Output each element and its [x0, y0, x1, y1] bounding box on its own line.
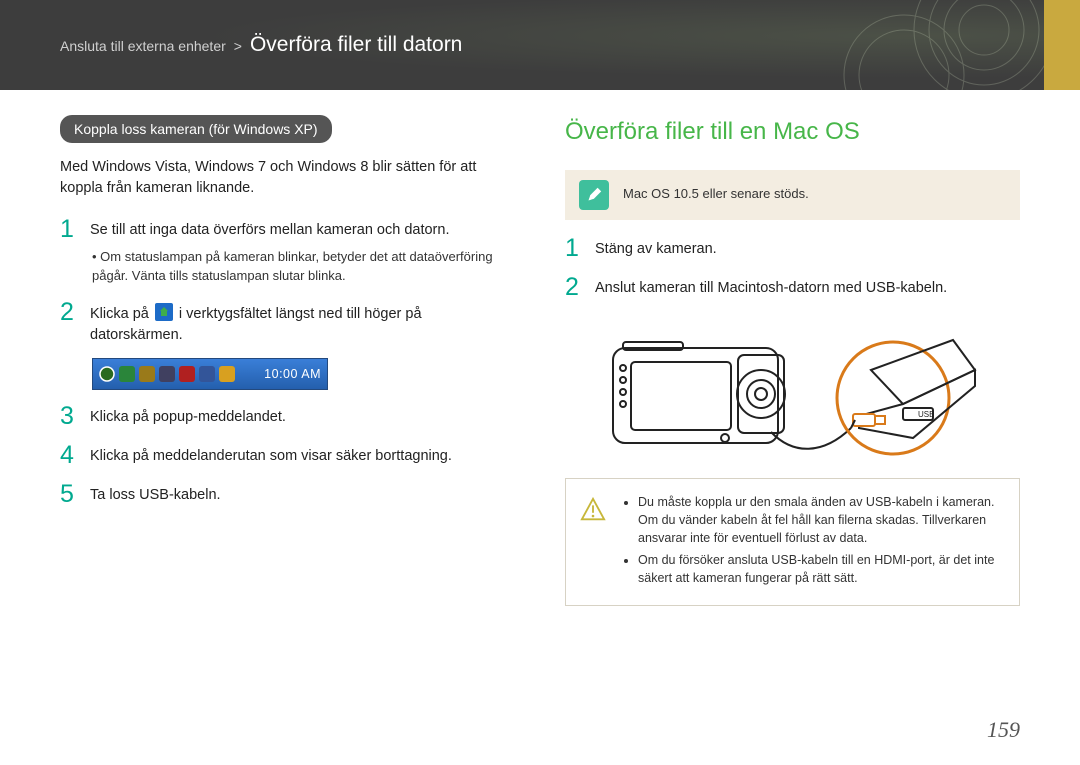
taskbar-clock: 10:00 AM: [264, 365, 321, 383]
taskbar-illustration: 10:00 AM: [92, 358, 328, 390]
tray-icon: [159, 366, 175, 382]
usb-label: USB: [918, 410, 934, 419]
step-2: 2 Klicka på i verktygsfältet längst ned …: [60, 300, 515, 346]
safely-remove-icon: [155, 303, 173, 321]
step-number: 1: [565, 236, 585, 261]
camera-to-laptop-illustration: USB: [603, 320, 983, 460]
step-1: 1 Stäng av kameran.: [565, 236, 1020, 261]
header-bar: Ansluta till externa enheter > Överföra …: [0, 0, 1080, 90]
step-1: 1 Se till att inga data överförs mellan …: [60, 217, 515, 242]
step-text: Klicka på popup-meddelandet.: [90, 404, 515, 428]
note-box: Mac OS 10.5 eller senare stöds.: [565, 170, 1020, 220]
step-number: 4: [60, 443, 80, 468]
section-pill: Koppla loss kameran (för Windows XP): [60, 115, 332, 143]
step-number: 5: [60, 482, 80, 507]
tray-icon: [199, 366, 215, 382]
breadcrumb-separator: >: [234, 38, 242, 54]
warning-item: Du måste koppla ur den smala änden av US…: [638, 493, 1003, 547]
tray-icon: [179, 366, 195, 382]
intro-text: Med Windows Vista, Windows 7 och Windows…: [60, 157, 515, 199]
step-number: 1: [60, 217, 80, 242]
tray-icon: [219, 366, 235, 382]
step-text: Klicka på i verktygsfältet längst ned ti…: [90, 300, 515, 346]
accent-strip: [1044, 0, 1080, 90]
warning-list: Du måste koppla ur den smala änden av US…: [624, 493, 1003, 592]
step-text: Klicka på meddelanderutan som visar säke…: [90, 443, 515, 467]
step-sub-bullet: Om statuslampan på kameran blinkar, bety…: [92, 248, 515, 286]
step-number: 3: [60, 404, 80, 429]
warning-box: Du måste koppla ur den smala änden av US…: [565, 478, 1020, 607]
step-text: Ta loss USB-kabeln.: [90, 482, 515, 506]
step-number: 2: [565, 275, 585, 300]
tray-icon: [139, 366, 155, 382]
warning-item: Om du försöker ansluta USB-kabeln till e…: [638, 551, 1003, 587]
step-5: 5 Ta loss USB-kabeln.: [60, 482, 515, 507]
breadcrumb-title: Överföra filer till datorn: [250, 33, 462, 57]
step-text: Stäng av kameran.: [595, 236, 1020, 260]
tray-icon: [119, 366, 135, 382]
step-text: Anslut kameran till Macintosh-datorn med…: [595, 275, 1020, 299]
breadcrumb-prefix: Ansluta till externa enheter: [60, 38, 226, 54]
step-text-a: Klicka på: [90, 306, 153, 322]
pen-icon: [579, 180, 609, 210]
breadcrumb: Ansluta till externa enheter > Överföra …: [0, 33, 462, 57]
step-4: 4 Klicka på meddelanderutan som visar sä…: [60, 443, 515, 468]
header-decoration: [784, 0, 1044, 90]
start-icon: [99, 366, 115, 382]
column-left: Koppla loss kameran (för Windows XP) Med…: [60, 115, 515, 715]
note-text: Mac OS 10.5 eller senare stöds.: [623, 185, 809, 204]
page-number: 159: [987, 717, 1020, 743]
step-2: 2 Anslut kameran till Macintosh-datorn m…: [565, 275, 1020, 300]
step-number: 2: [60, 300, 80, 325]
manual-page: Ansluta till externa enheter > Överföra …: [0, 0, 1080, 765]
step-3: 3 Klicka på popup-meddelandet.: [60, 404, 515, 429]
content-area: Koppla loss kameran (för Windows XP) Med…: [60, 115, 1020, 715]
caution-icon: [578, 493, 608, 592]
step-text: Se till att inga data överförs mellan ka…: [90, 217, 515, 241]
section-title: Överföra filer till en Mac OS: [565, 115, 1020, 150]
column-right: Överföra filer till en Mac OS Mac OS 10.…: [565, 115, 1020, 715]
